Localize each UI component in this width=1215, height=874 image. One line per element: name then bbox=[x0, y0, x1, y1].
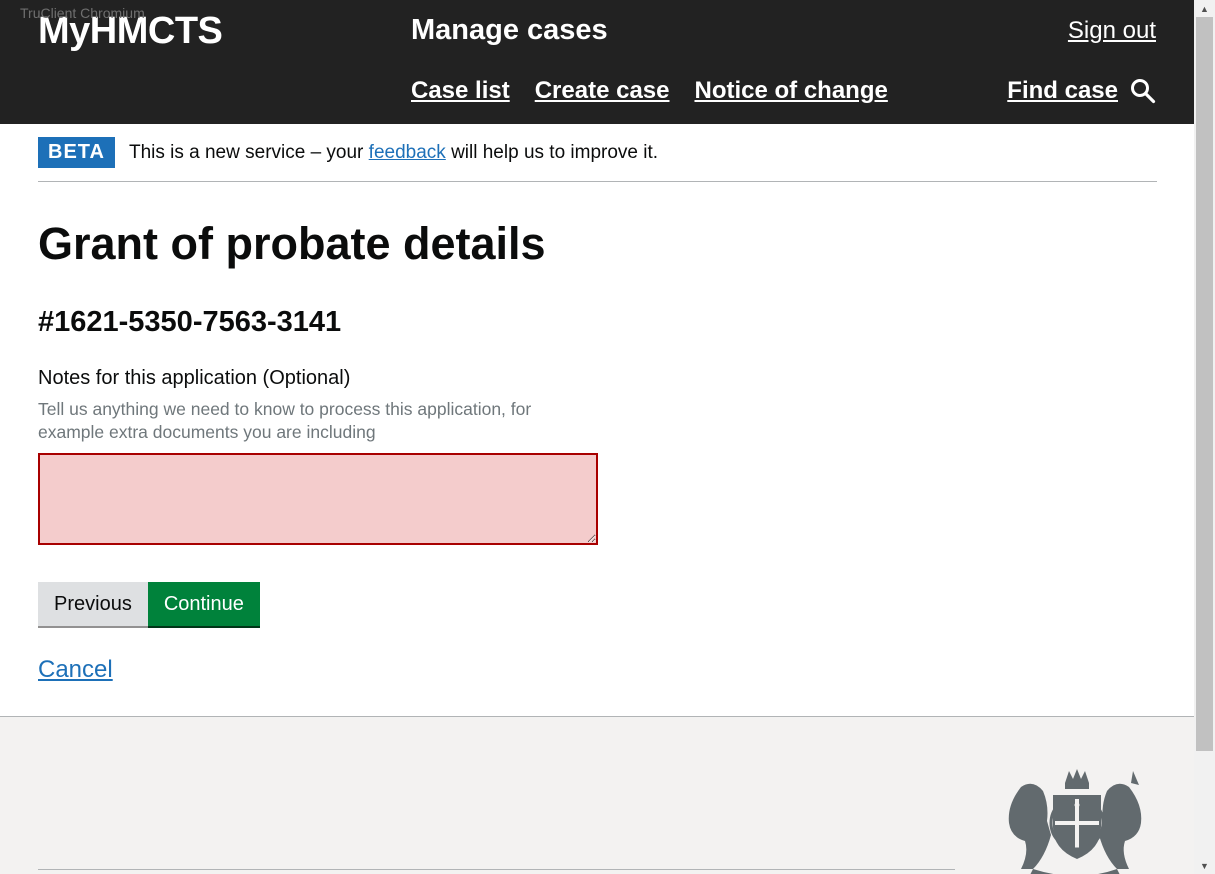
notes-hint: Tell us anything we need to know to proc… bbox=[38, 399, 532, 442]
find-case-label: Find case bbox=[1007, 77, 1118, 104]
beta-tag: BETA bbox=[38, 137, 115, 168]
page-title: Grant of probate details bbox=[38, 218, 546, 269]
continue-button[interactable]: Continue bbox=[147, 582, 260, 626]
search-icon bbox=[1131, 79, 1156, 104]
notes-label: Notes for this application (Optional) bbox=[38, 367, 351, 389]
form-actions: Previous Continue bbox=[38, 582, 260, 626]
feedback-link[interactable]: feedback bbox=[369, 142, 446, 163]
cancel-link[interactable]: Cancel bbox=[38, 656, 113, 684]
nav-notice-of-change[interactable]: Notice of change bbox=[694, 77, 887, 105]
beta-banner: BETA This is a new service – your feedba… bbox=[38, 137, 1157, 182]
primary-nav: Case list Create case Notice of change bbox=[411, 77, 888, 105]
beta-message: This is a new service – your feedback wi… bbox=[129, 142, 658, 164]
browser-viewport: MyHMCTS Manage cases Sign out Case list … bbox=[0, 0, 1215, 874]
scroll-down-arrow-icon[interactable]: ▼ bbox=[1194, 857, 1215, 874]
page: MyHMCTS Manage cases Sign out Case list … bbox=[0, 0, 1194, 874]
royal-coat-of-arms-icon bbox=[1008, 769, 1142, 874]
scroll-up-arrow-icon[interactable]: ▲ bbox=[1194, 0, 1215, 17]
sign-out-link[interactable]: Sign out bbox=[1068, 17, 1156, 45]
footer-divider bbox=[38, 869, 955, 870]
site-header: MyHMCTS Manage cases Sign out Case list … bbox=[0, 0, 1194, 124]
find-case-link[interactable]: Find case bbox=[1007, 77, 1156, 105]
site-footer bbox=[0, 716, 1194, 874]
nav-case-list[interactable]: Case list bbox=[411, 77, 510, 105]
case-reference: #1621-5350-7563-3141 bbox=[38, 306, 342, 338]
service-name: Manage cases bbox=[411, 14, 608, 46]
previous-button[interactable]: Previous bbox=[38, 582, 148, 626]
browser-overlay-label: TruClient Chromium bbox=[20, 5, 145, 21]
vertical-scrollbar[interactable]: ▲ ▼ bbox=[1194, 0, 1215, 874]
scrollbar-thumb[interactable] bbox=[1196, 17, 1213, 751]
beta-text-after: will help us to improve it. bbox=[445, 142, 659, 163]
nav-create-case[interactable]: Create case bbox=[535, 77, 670, 105]
beta-text-before: This is a new service – your bbox=[128, 142, 369, 163]
notes-textarea[interactable] bbox=[38, 453, 598, 545]
